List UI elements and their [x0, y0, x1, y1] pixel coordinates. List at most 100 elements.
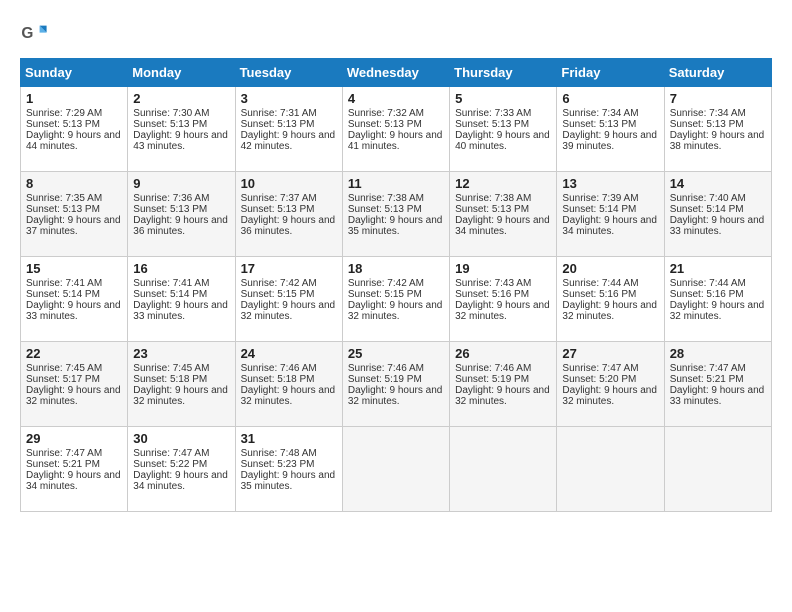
- calendar-table: SundayMondayTuesdayWednesdayThursdayFrid…: [20, 58, 772, 512]
- header-tuesday: Tuesday: [235, 59, 342, 87]
- day-number: 30: [133, 431, 229, 446]
- calendar-cell: [557, 427, 664, 512]
- sunset-text: Sunset: 5:15 PM: [241, 289, 337, 300]
- calendar-week-row: 29Sunrise: 7:47 AMSunset: 5:21 PMDayligh…: [21, 427, 772, 512]
- sunset-text: Sunset: 5:13 PM: [241, 119, 337, 130]
- sunrise-text: Sunrise: 7:34 AM: [670, 108, 766, 119]
- calendar-cell: 18Sunrise: 7:42 AMSunset: 5:15 PMDayligh…: [342, 257, 449, 342]
- calendar-cell: 23Sunrise: 7:45 AMSunset: 5:18 PMDayligh…: [128, 342, 235, 427]
- daylight-text: Daylight: 9 hours and 32 minutes.: [241, 300, 337, 322]
- day-number: 21: [670, 261, 766, 276]
- day-number: 10: [241, 176, 337, 191]
- sunset-text: Sunset: 5:21 PM: [26, 459, 122, 470]
- daylight-text: Daylight: 9 hours and 42 minutes.: [241, 130, 337, 152]
- header-saturday: Saturday: [664, 59, 771, 87]
- sunrise-text: Sunrise: 7:47 AM: [26, 448, 122, 459]
- calendar-cell: 13Sunrise: 7:39 AMSunset: 5:14 PMDayligh…: [557, 172, 664, 257]
- calendar-cell: 9Sunrise: 7:36 AMSunset: 5:13 PMDaylight…: [128, 172, 235, 257]
- daylight-text: Daylight: 9 hours and 32 minutes.: [562, 385, 658, 407]
- daylight-text: Daylight: 9 hours and 32 minutes.: [348, 385, 444, 407]
- sunset-text: Sunset: 5:16 PM: [670, 289, 766, 300]
- calendar-cell: 10Sunrise: 7:37 AMSunset: 5:13 PMDayligh…: [235, 172, 342, 257]
- calendar-cell: 27Sunrise: 7:47 AMSunset: 5:20 PMDayligh…: [557, 342, 664, 427]
- sunset-text: Sunset: 5:23 PM: [241, 459, 337, 470]
- calendar-cell: 26Sunrise: 7:46 AMSunset: 5:19 PMDayligh…: [450, 342, 557, 427]
- sunrise-text: Sunrise: 7:46 AM: [241, 363, 337, 374]
- sunset-text: Sunset: 5:13 PM: [670, 119, 766, 130]
- header-thursday: Thursday: [450, 59, 557, 87]
- sunset-text: Sunset: 5:13 PM: [241, 204, 337, 215]
- day-number: 7: [670, 91, 766, 106]
- sunrise-text: Sunrise: 7:42 AM: [241, 278, 337, 289]
- sunset-text: Sunset: 5:21 PM: [670, 374, 766, 385]
- day-number: 9: [133, 176, 229, 191]
- sunrise-text: Sunrise: 7:34 AM: [562, 108, 658, 119]
- calendar-cell: 5Sunrise: 7:33 AMSunset: 5:13 PMDaylight…: [450, 87, 557, 172]
- sunrise-text: Sunrise: 7:45 AM: [26, 363, 122, 374]
- sunrise-text: Sunrise: 7:44 AM: [670, 278, 766, 289]
- sunrise-text: Sunrise: 7:30 AM: [133, 108, 229, 119]
- sunrise-text: Sunrise: 7:32 AM: [348, 108, 444, 119]
- daylight-text: Daylight: 9 hours and 34 minutes.: [26, 470, 122, 492]
- daylight-text: Daylight: 9 hours and 32 minutes.: [348, 300, 444, 322]
- day-number: 15: [26, 261, 122, 276]
- day-number: 14: [670, 176, 766, 191]
- sunset-text: Sunset: 5:13 PM: [133, 119, 229, 130]
- header-wednesday: Wednesday: [342, 59, 449, 87]
- daylight-text: Daylight: 9 hours and 33 minutes.: [670, 215, 766, 237]
- daylight-text: Daylight: 9 hours and 44 minutes.: [26, 130, 122, 152]
- sunset-text: Sunset: 5:14 PM: [133, 289, 229, 300]
- sunrise-text: Sunrise: 7:46 AM: [455, 363, 551, 374]
- day-number: 26: [455, 346, 551, 361]
- day-number: 24: [241, 346, 337, 361]
- sunrise-text: Sunrise: 7:37 AM: [241, 193, 337, 204]
- calendar-week-row: 22Sunrise: 7:45 AMSunset: 5:17 PMDayligh…: [21, 342, 772, 427]
- sunrise-text: Sunrise: 7:47 AM: [670, 363, 766, 374]
- calendar-cell: 11Sunrise: 7:38 AMSunset: 5:13 PMDayligh…: [342, 172, 449, 257]
- daylight-text: Daylight: 9 hours and 32 minutes.: [133, 385, 229, 407]
- sunset-text: Sunset: 5:13 PM: [133, 204, 229, 215]
- sunset-text: Sunset: 5:13 PM: [455, 204, 551, 215]
- day-number: 3: [241, 91, 337, 106]
- calendar-cell: [450, 427, 557, 512]
- calendar-cell: 2 Sunrise: 7:30 AMSunset: 5:13 PMDaylight…: [128, 87, 235, 172]
- day-number: 29: [26, 431, 122, 446]
- daylight-text: Daylight: 9 hours and 32 minutes.: [455, 300, 551, 322]
- daylight-text: Daylight: 9 hours and 38 minutes.: [670, 130, 766, 152]
- sunrise-text: Sunrise: 7:42 AM: [348, 278, 444, 289]
- calendar-cell: 19Sunrise: 7:43 AMSunset: 5:16 PMDayligh…: [450, 257, 557, 342]
- sunrise-text: Sunrise: 7:33 AM: [455, 108, 551, 119]
- calendar-cell: 7 Sunrise: 7:34 AMSunset: 5:13 PMDaylight…: [664, 87, 771, 172]
- calendar-cell: 16Sunrise: 7:41 AMSunset: 5:14 PMDayligh…: [128, 257, 235, 342]
- day-number: 31: [241, 431, 337, 446]
- calendar-cell: 25Sunrise: 7:46 AMSunset: 5:19 PMDayligh…: [342, 342, 449, 427]
- header-sunday: Sunday: [21, 59, 128, 87]
- day-number: 18: [348, 261, 444, 276]
- calendar-cell: 3Sunrise: 7:31 AMSunset: 5:13 PMDaylight…: [235, 87, 342, 172]
- day-number: 27: [562, 346, 658, 361]
- sunrise-text: Sunrise: 7:44 AM: [562, 278, 658, 289]
- sunset-text: Sunset: 5:18 PM: [241, 374, 337, 385]
- sunrise-text: Sunrise: 7:39 AM: [562, 193, 658, 204]
- calendar-cell: 15Sunrise: 7:41 AMSunset: 5:14 PMDayligh…: [21, 257, 128, 342]
- sunrise-text: Sunrise: 7:43 AM: [455, 278, 551, 289]
- day-number: 5: [455, 91, 551, 106]
- daylight-text: Daylight: 9 hours and 43 minutes.: [133, 130, 229, 152]
- day-number: 2: [133, 91, 229, 106]
- daylight-text: Daylight: 9 hours and 41 minutes.: [348, 130, 444, 152]
- daylight-text: Daylight: 9 hours and 32 minutes.: [562, 300, 658, 322]
- sunrise-text: Sunrise: 7:47 AM: [562, 363, 658, 374]
- calendar-cell: 6Sunrise: 7:34 AMSunset: 5:13 PMDaylight…: [557, 87, 664, 172]
- calendar-cell: 28Sunrise: 7:47 AMSunset: 5:21 PMDayligh…: [664, 342, 771, 427]
- sunrise-text: Sunrise: 7:41 AM: [26, 278, 122, 289]
- calendar-cell: 12Sunrise: 7:38 AMSunset: 5:13 PMDayligh…: [450, 172, 557, 257]
- day-number: 19: [455, 261, 551, 276]
- sunrise-text: Sunrise: 7:29 AM: [26, 108, 122, 119]
- day-number: 28: [670, 346, 766, 361]
- day-number: 23: [133, 346, 229, 361]
- sunset-text: Sunset: 5:14 PM: [670, 204, 766, 215]
- daylight-text: Daylight: 9 hours and 35 minutes.: [241, 470, 337, 492]
- sunrise-text: Sunrise: 7:38 AM: [455, 193, 551, 204]
- header-monday: Monday: [128, 59, 235, 87]
- logo-icon: G: [20, 20, 48, 48]
